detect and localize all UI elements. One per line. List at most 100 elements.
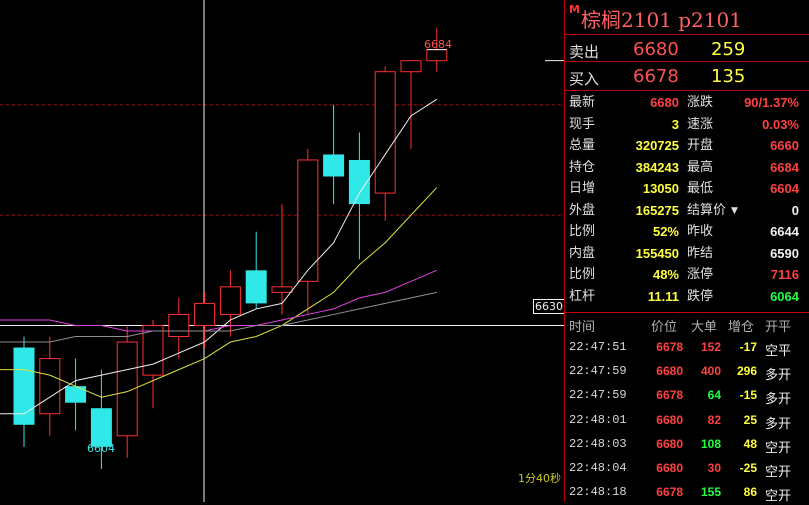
stat-label: 比例 — [569, 267, 596, 282]
bid-label: 买入 — [569, 70, 600, 88]
trade-volume: 30 — [707, 461, 721, 475]
stat-label: 现手 — [569, 116, 596, 132]
stat-value: 155450 — [635, 245, 679, 261]
candle-body — [374, 71, 396, 194]
trade-type: 空开 — [765, 464, 792, 479]
trade-volume: 82 — [707, 412, 721, 427]
trades-column-header: 开平 — [765, 320, 792, 335]
bid-volume: 135 — [711, 66, 746, 87]
trade-oi-change: 86 — [743, 485, 757, 500]
trade-price: 6680 — [656, 461, 683, 475]
stat-value: 7116 — [770, 267, 799, 282]
trade-volume: 400 — [700, 364, 721, 379]
candle-body — [219, 286, 241, 315]
trade-price: 6680 — [656, 412, 683, 427]
crosshair-price-label: 6630 — [533, 299, 565, 314]
stat-value: 6660 — [770, 138, 799, 153]
trade-oi-change: 48 — [743, 436, 757, 451]
stat-value: 320725 — [635, 138, 679, 153]
stat-label: 总量 — [569, 138, 596, 153]
stat-value: 0.03% — [762, 116, 799, 132]
trades-column-header: 增仓 — [728, 320, 755, 335]
stat-label: 持仓 — [569, 159, 596, 175]
stat-label: 比例 — [569, 224, 596, 239]
stat-label: 最新 — [569, 95, 596, 110]
stat-label: 结算价 — [687, 202, 727, 218]
trade-price: 6678 — [656, 388, 683, 403]
stat-label: 最高 — [687, 159, 714, 175]
bar-countdown-timer: 1分40秒 — [518, 472, 561, 485]
chart-svg — [0, 0, 564, 502]
ask-volume: 259 — [711, 39, 746, 60]
ask-label: 卖出 — [569, 43, 600, 61]
stat-label: 昨收 — [687, 224, 714, 239]
trade-time: 22:48:03 — [569, 436, 627, 451]
trade-row[interactable]: 22:48:18 6678 155 86 空开 — [565, 481, 809, 505]
trade-time: 22:48:04 — [569, 461, 627, 475]
instrument-header: M 棕榈2101 p2101 — [565, 0, 809, 35]
trade-price: 6680 — [656, 364, 683, 379]
trade-volume: 64 — [707, 388, 721, 403]
stat-label: 内盘 — [569, 245, 596, 261]
stat-label: 最低 — [687, 181, 714, 196]
trade-oi-change: -25 — [739, 461, 757, 475]
stat-label: 日增 — [569, 181, 596, 196]
trade-row[interactable]: 22:47:59 6678 64 -15 多开 — [565, 384, 809, 408]
bid-price: 6678 — [633, 66, 679, 87]
candle-body — [39, 358, 61, 415]
trade-price: 6678 — [656, 485, 683, 500]
trade-oi-change: -15 — [739, 388, 757, 403]
stat-value: 6684 — [770, 159, 799, 175]
trade-row[interactable]: 22:47:59 6680 400 296 多开 — [565, 360, 809, 384]
trade-oi-change: 25 — [743, 412, 757, 427]
trade-price: 6680 — [656, 436, 683, 451]
bid-row[interactable]: 买入 6678 135 — [565, 63, 809, 91]
instrument-title[interactable]: 棕榈2101 p2101 — [581, 4, 742, 33]
stat-label: 涨停 — [687, 267, 714, 282]
trade-row[interactable]: 22:48:01 6680 82 25 多开 — [565, 409, 809, 433]
stat-value: 384243 — [635, 159, 679, 175]
candle-body — [168, 313, 190, 338]
ask-row[interactable]: 卖出 6680 259 — [565, 36, 809, 64]
trade-type: 空平 — [765, 343, 792, 358]
stat-value: 3 — [671, 116, 679, 132]
trades-column-header: 价位 — [651, 320, 678, 335]
trade-type: 空开 — [765, 488, 792, 504]
stat-value: 6604 — [770, 181, 799, 196]
candle-body — [426, 49, 448, 62]
stat-value: 165275 — [635, 202, 679, 218]
stat-value: 6644 — [770, 224, 799, 239]
stat-value: 13050 — [642, 181, 679, 196]
candle-body — [194, 302, 216, 326]
candlestick-chart[interactable]: 6684 6604 6630 1分40秒 — [0, 0, 565, 502]
trade-volume: 152 — [700, 340, 721, 354]
trade-row[interactable]: 22:47:51 6678 152 -17 空平 — [565, 336, 809, 360]
candle-body — [400, 60, 422, 73]
moving-average-line — [0, 269, 437, 332]
high-price-label: 6684 — [424, 38, 452, 51]
stat-value: 11.11 — [647, 288, 679, 304]
trade-time: 22:47:59 — [569, 364, 627, 379]
candle-body — [65, 386, 87, 403]
candle-body — [271, 286, 293, 293]
divider — [565, 61, 809, 62]
divider — [565, 90, 809, 91]
moving-average-line — [0, 98, 438, 415]
stat-label: 开盘 — [687, 138, 714, 153]
trade-row[interactable]: 22:48:04 6680 30 -25 空开 — [565, 457, 809, 481]
stat-label: 昨结 — [687, 245, 714, 261]
stat-value: 6590 — [770, 245, 799, 261]
trade-volume: 108 — [700, 436, 721, 451]
trade-time: 22:47:59 — [569, 388, 627, 403]
candle-body — [323, 154, 345, 177]
stat-label: 速涨 — [687, 116, 714, 132]
trade-row[interactable]: 22:48:03 6680 108 48 空开 — [565, 433, 809, 457]
trade-time: 22:48:01 — [569, 412, 627, 427]
trade-type: 多开 — [765, 391, 792, 407]
stat-label: 涨跌 — [687, 95, 714, 110]
stat-value: 6064 — [770, 288, 799, 304]
trade-time: 22:48:18 — [569, 485, 627, 500]
quote-panel: M 棕榈2101 p2101 卖出 6680 259 买入 6678 135 最… — [564, 0, 809, 505]
chevron-down-icon[interactable]: ▼ — [731, 202, 738, 220]
trade-oi-change: -17 — [739, 340, 757, 354]
